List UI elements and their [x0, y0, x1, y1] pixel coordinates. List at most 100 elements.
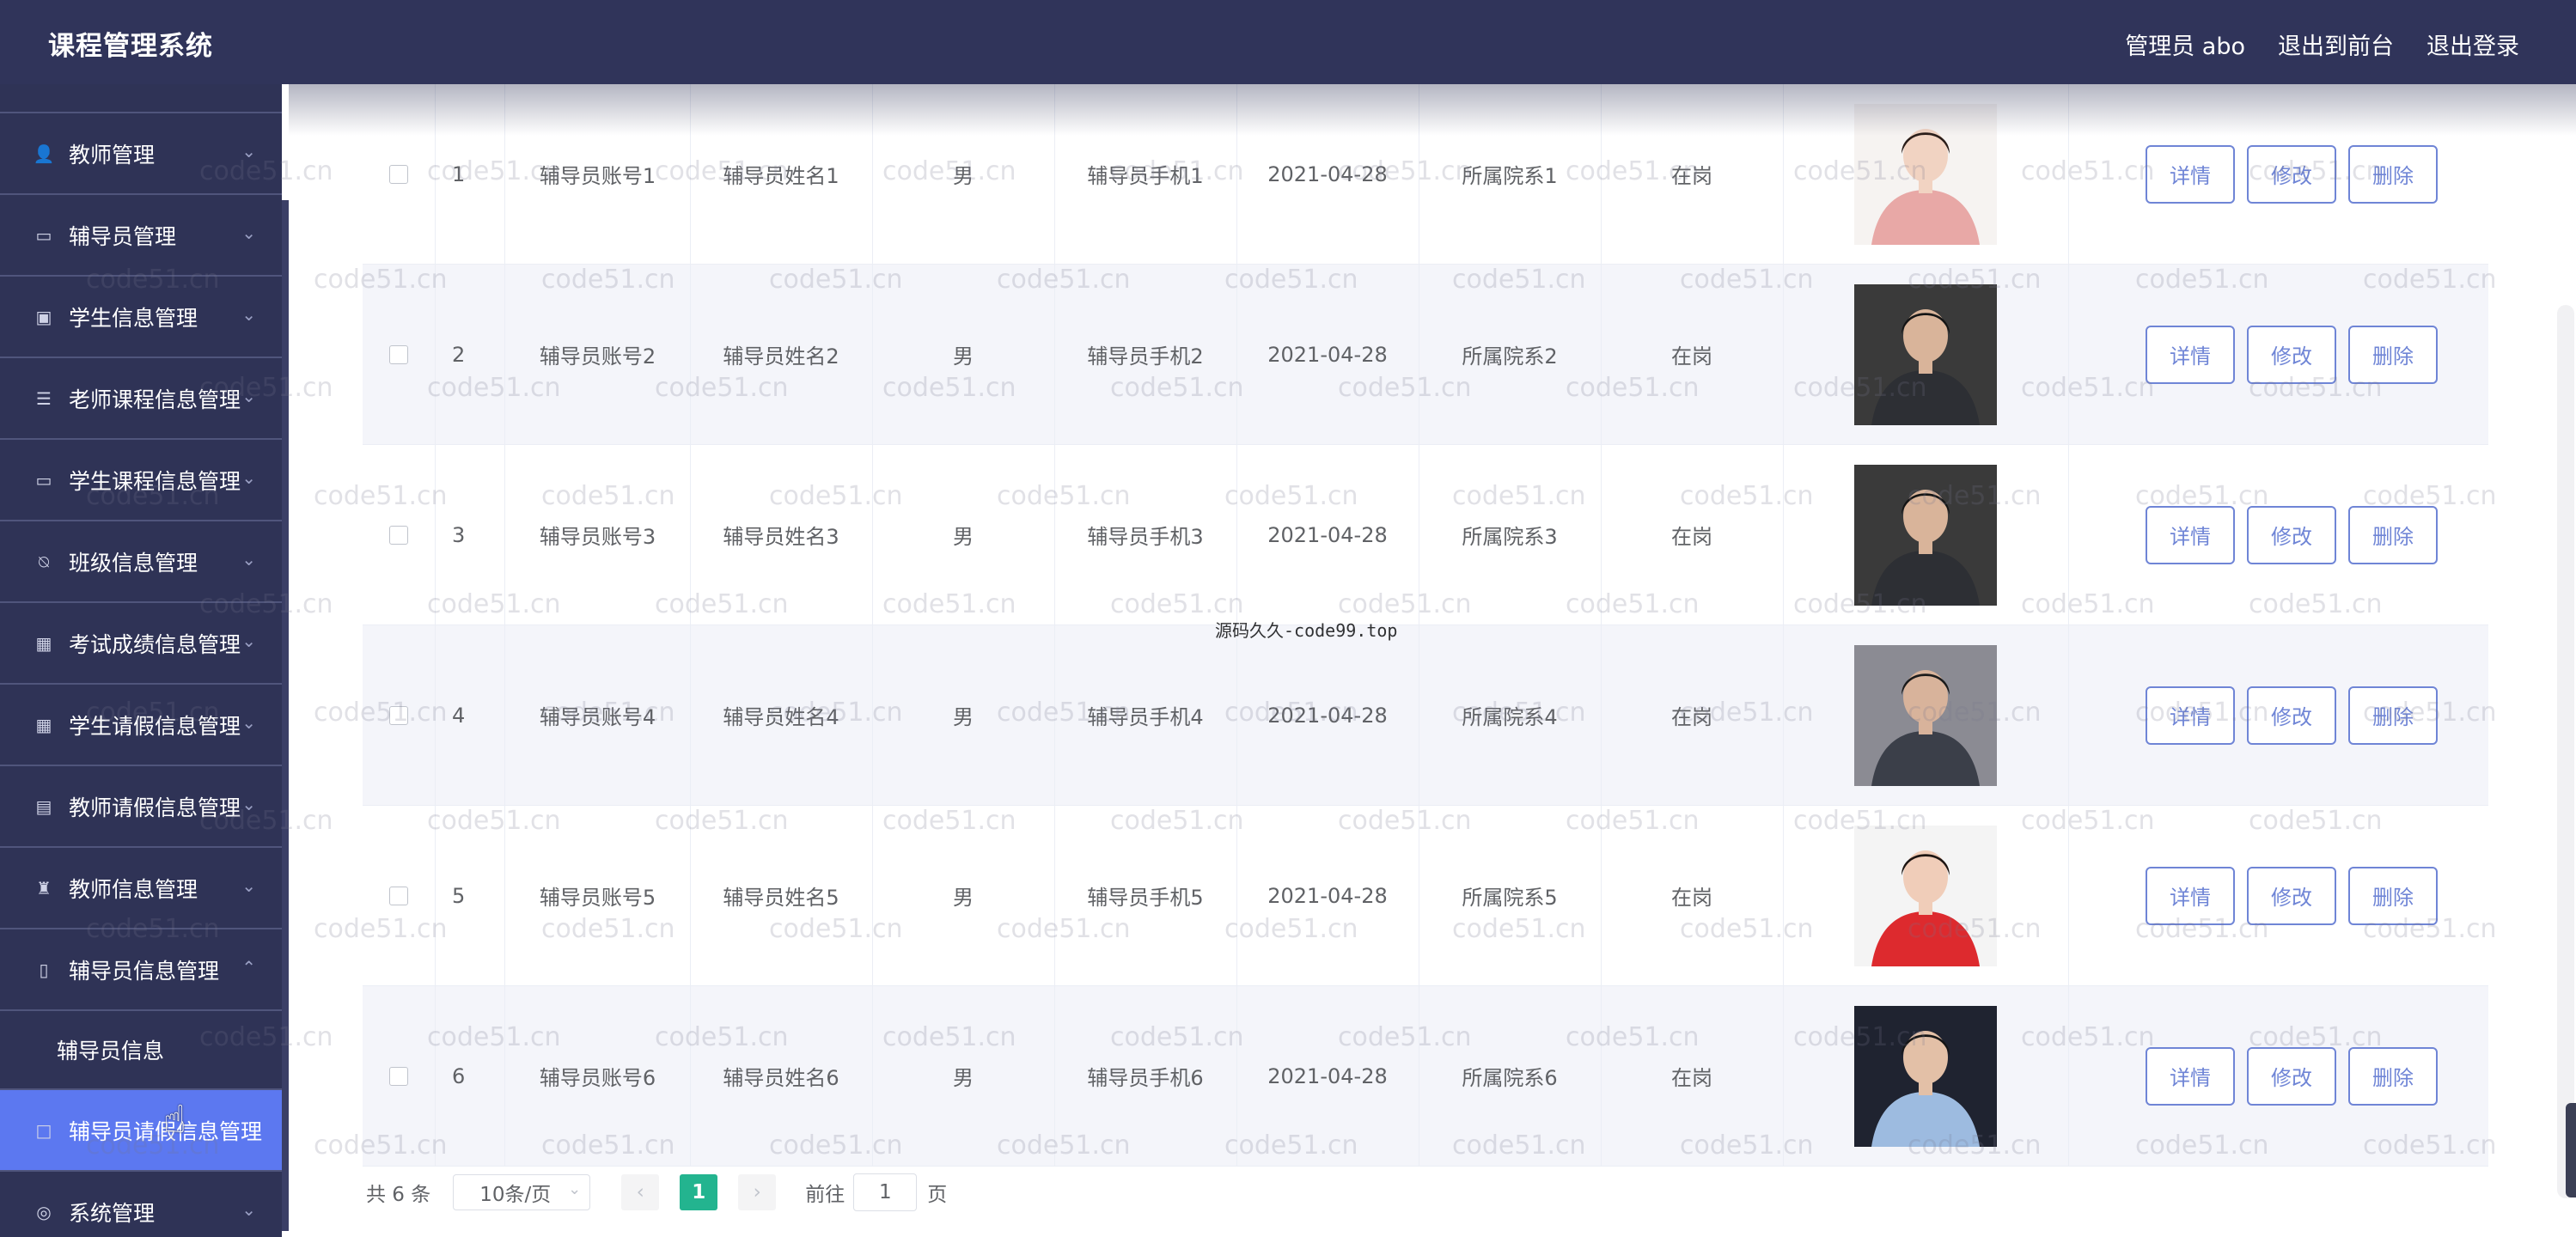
next-page-button[interactable]: › — [738, 1174, 777, 1210]
cell-department: 所属院系2 — [1419, 265, 1602, 444]
phone-icon: ▯ — [39, 959, 49, 980]
delete-button[interactable]: 删除 — [2348, 866, 2438, 925]
exit-to-front-link[interactable]: 退出到前台 — [2278, 27, 2394, 61]
cell-name: 辅导员姓名3 — [690, 445, 873, 625]
avatar-photo — [1854, 644, 1997, 786]
sidebar-item-1[interactable]: ▭ 辅导员管理 ⌄ — [0, 195, 289, 277]
edit-button[interactable]: 修改 — [2247, 866, 2336, 925]
cell-department: 所属院系5 — [1419, 806, 1602, 985]
hand-cursor-icon: ☝ — [163, 1098, 186, 1142]
sidebar-item-system[interactable]: ◎ 系统管理 ⌄ — [0, 1172, 289, 1237]
table-row: 6 辅导员账号6 辅导员姓名6 男辅导员手机6 2021-04-28 所属院系6 在岗 详情修… — [363, 986, 2488, 1167]
row-index: 5 — [435, 806, 505, 985]
cell-sex: 男 — [872, 445, 1055, 625]
top-header: 课程管理系统 管理员 abo 退出到前台 退出登录 — [0, 0, 2576, 84]
row-checkbox[interactable] — [389, 886, 408, 905]
page-size-select[interactable]: 10条/页 ⌄ — [453, 1174, 591, 1210]
chevron-down-icon: ⌄ — [241, 549, 256, 570]
side-tab[interactable] — [2566, 1103, 2576, 1197]
sidebar-scrollbar[interactable] — [282, 84, 289, 1237]
user-icon: 👤 — [33, 143, 55, 164]
row-index: 6 — [435, 986, 505, 1166]
sidebar-item-5[interactable]: ⍉ 班级信息管理 ⌄ — [0, 521, 289, 603]
sidebar-scrollbar-thumb[interactable] — [282, 200, 289, 1231]
pagination: 共 6 条 10条/页 ⌄ ‹ 1 › 前往 1 页 — [366, 1173, 947, 1211]
edit-button[interactable]: 修改 — [2247, 686, 2336, 745]
sidebar-item-2[interactable]: ▣ 学生信息管理 ⌄ — [0, 277, 289, 358]
sidebar-item-7[interactable]: ▦ 学生请假信息管理 ⌄ — [0, 685, 289, 766]
cell-date: 2021-04-28 — [1236, 986, 1419, 1166]
sidebar-item-3[interactable]: ☰ 老师课程信息管理 ⌄ — [0, 358, 289, 440]
avatar-photo — [1854, 825, 1997, 966]
cell-actions: 详情 修改 删除 — [2068, 806, 2488, 985]
cell-sex: 男 — [872, 625, 1055, 805]
main-scrollbar[interactable] — [2552, 84, 2576, 1237]
list-icon: ☰ — [36, 387, 52, 409]
delete-button[interactable]: 删除 — [2348, 686, 2438, 745]
cell-account: 辅导员账号3 — [505, 445, 691, 625]
logout-link[interactable]: 退出登录 — [2426, 27, 2519, 61]
cell-photo — [1783, 986, 2069, 1166]
detail-button[interactable]: 详情 — [2146, 1046, 2235, 1106]
sidebar-subitem-counselor-info[interactable]: 辅导员信息 — [0, 1011, 289, 1090]
sidebar-item-9[interactable]: ♜ 教师信息管理 ⌄ — [0, 848, 289, 929]
sidebar-item-8[interactable]: ▤ 教师请假信息管理 ⌄ — [0, 766, 289, 848]
user-label[interactable]: 管理员 abo — [2125, 27, 2245, 61]
row-checkbox[interactable] — [389, 344, 408, 364]
chevron-down-icon: ⌄ — [241, 222, 256, 243]
cell-photo — [1783, 265, 2069, 444]
main-scrollbar-thumb[interactable] — [2557, 305, 2574, 1198]
sidebar-item-4[interactable]: ▭ 学生课程信息管理 ⌄ — [0, 440, 289, 521]
detail-button[interactable]: 详情 — [2146, 144, 2235, 204]
chevron-down-icon: ⌄ — [241, 712, 256, 733]
row-checkbox-cell — [363, 445, 436, 625]
row-checkbox[interactable] — [389, 164, 408, 184]
main-content: 1 辅导员账号1 辅导员姓名1 男辅导员手机1 2021-04-28 所属院系1 在岗 详情修… — [289, 84, 2576, 1237]
chevron-down-icon: ⌄ — [241, 141, 256, 161]
sidebar-item-label: 辅导员信息管理 — [69, 958, 220, 984]
cell-phone: 辅导员手机5 — [1054, 806, 1237, 985]
table-row: 3 辅导员账号3 辅导员姓名3 男辅导员手机3 2021-04-28 所属院系3 在岗 详情修… — [363, 445, 2488, 625]
page-suffix: 页 — [927, 1184, 948, 1206]
delete-button[interactable]: 删除 — [2348, 325, 2438, 384]
cell-sex: 男 — [872, 986, 1055, 1166]
detail-button[interactable]: 详情 — [2146, 686, 2235, 745]
row-checkbox[interactable] — [389, 525, 408, 545]
prev-page-button[interactable]: ‹ — [621, 1174, 660, 1210]
table-row: 4 辅导员账号4 辅导员姓名4 男辅导员手机4 2021-04-28 所属院系4 在岗 详情修… — [363, 625, 2488, 806]
edit-button[interactable]: 修改 — [2247, 1046, 2336, 1106]
goto-page-input[interactable]: 1 — [853, 1173, 918, 1211]
page-number-active[interactable]: 1 — [680, 1174, 718, 1210]
chevron-down-icon: ⌄ — [241, 304, 256, 325]
counselor-table: 1 辅导员账号1 辅导员姓名1 男辅导员手机1 2021-04-28 所属院系1 在岗 详情修… — [363, 84, 2488, 1167]
sidebar-item-10[interactable]: ▯ 辅导员信息管理 ⌃ — [0, 929, 289, 1011]
delete-button[interactable]: 删除 — [2348, 144, 2438, 204]
edit-button[interactable]: 修改 — [2247, 144, 2336, 204]
header-nav: 管理员 abo 退出到前台 退出登录 — [2125, 27, 2519, 61]
detail-button[interactable]: 详情 — [2146, 866, 2235, 925]
cell-name: 辅导员姓名2 — [690, 265, 873, 444]
chevron-down-icon: ⌄ — [241, 386, 256, 406]
sidebar-item-6[interactable]: ▦ 考试成绩信息管理 ⌄ — [0, 603, 289, 685]
edit-button[interactable]: 修改 — [2247, 505, 2336, 564]
cell-status: 在岗 — [1601, 806, 1784, 985]
row-checkbox[interactable] — [389, 1066, 408, 1086]
delete-button[interactable]: 删除 — [2348, 1046, 2438, 1106]
compass-icon: ◎ — [36, 1201, 52, 1222]
cell-department: 所属院系3 — [1419, 445, 1602, 625]
detail-button[interactable]: 详情 — [2146, 325, 2235, 384]
cell-account: 辅导员账号4 — [505, 625, 691, 805]
detail-button[interactable]: 详情 — [2146, 505, 2235, 564]
sidebar-item-label: 辅导员管理 — [69, 223, 177, 249]
row-index: 2 — [435, 265, 505, 444]
delete-button[interactable]: 删除 — [2348, 505, 2438, 564]
sidebar-item-counselor-leave[interactable]: □ 辅导员请假信息管理 — [0, 1090, 289, 1172]
sidebar-item-0[interactable]: 👤 教师管理 ⌄ — [0, 113, 289, 195]
cell-name: 辅导员姓名4 — [690, 625, 873, 805]
chevron-down-icon: ⌄ — [241, 875, 256, 896]
edit-button[interactable]: 修改 — [2247, 325, 2336, 384]
page-size-value: 10条/页 — [479, 1184, 552, 1206]
row-checkbox[interactable] — [389, 705, 408, 725]
cell-date: 2021-04-28 — [1236, 265, 1419, 444]
cell-phone: 辅导员手机4 — [1054, 625, 1237, 805]
